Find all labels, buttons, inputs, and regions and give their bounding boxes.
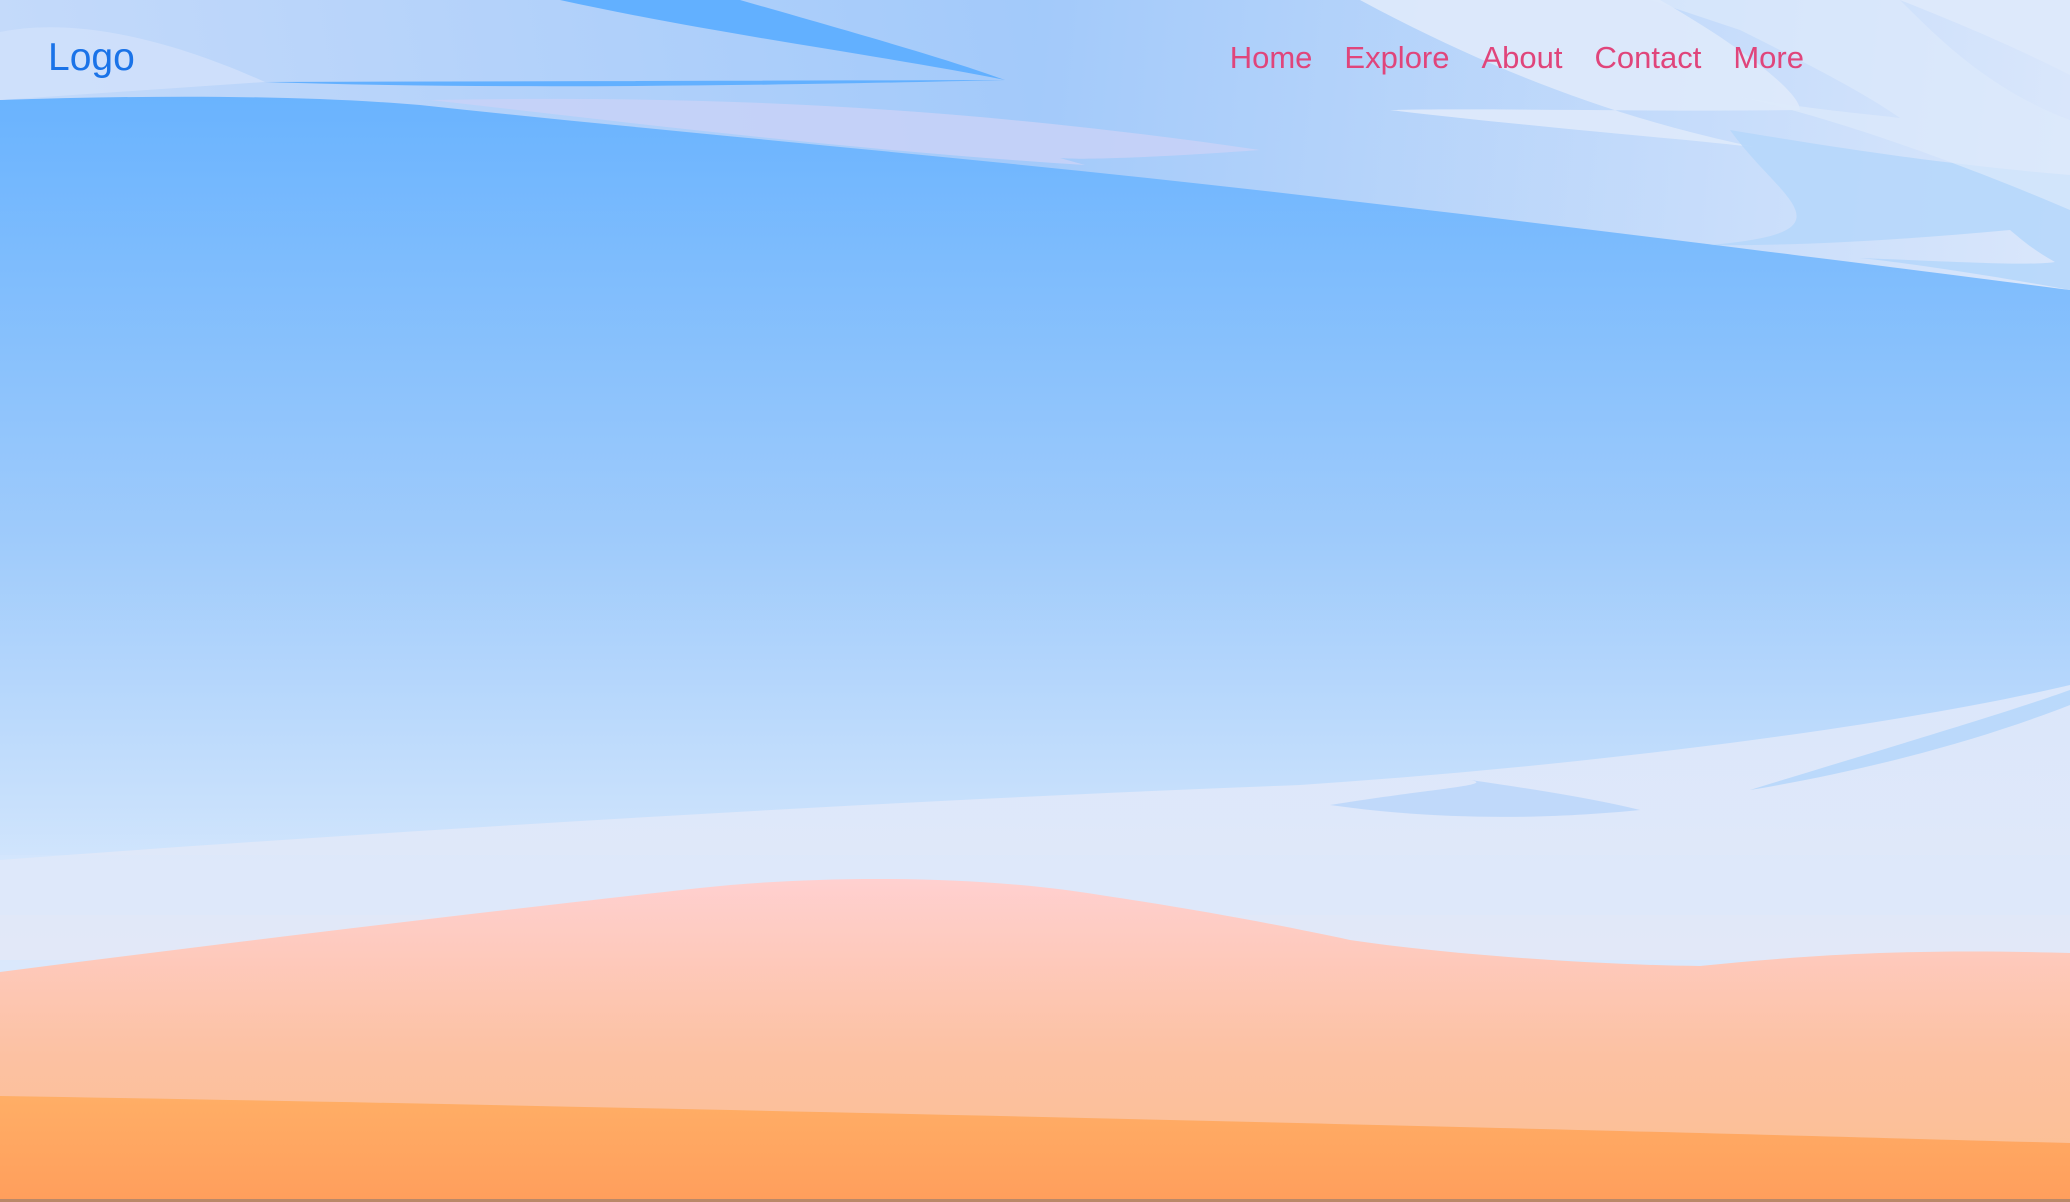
main-nav: Home Explore About Contact More [1230,36,1804,80]
nav-item-home: Home [1230,36,1313,80]
nav-item-more: More [1733,36,1804,80]
nav-link-about[interactable]: About [1482,36,1563,80]
nav-item-explore: Explore [1344,36,1449,80]
nav-link-explore[interactable]: Explore [1344,36,1449,80]
landing-page: Logo Home Explore About Contact More [0,0,2070,1202]
hero-illustration [0,0,2070,1202]
nav-link-more[interactable]: More [1733,36,1804,80]
nav-item-contact: Contact [1595,36,1702,80]
nav-item-about: About [1482,36,1563,80]
sky-dune-scene [0,0,2070,1202]
logo-link[interactable]: Logo [48,34,135,82]
nav-link-home[interactable]: Home [1230,36,1313,80]
nav-link-contact[interactable]: Contact [1595,36,1702,80]
site-header: Logo Home Explore About Contact More [0,0,2070,116]
